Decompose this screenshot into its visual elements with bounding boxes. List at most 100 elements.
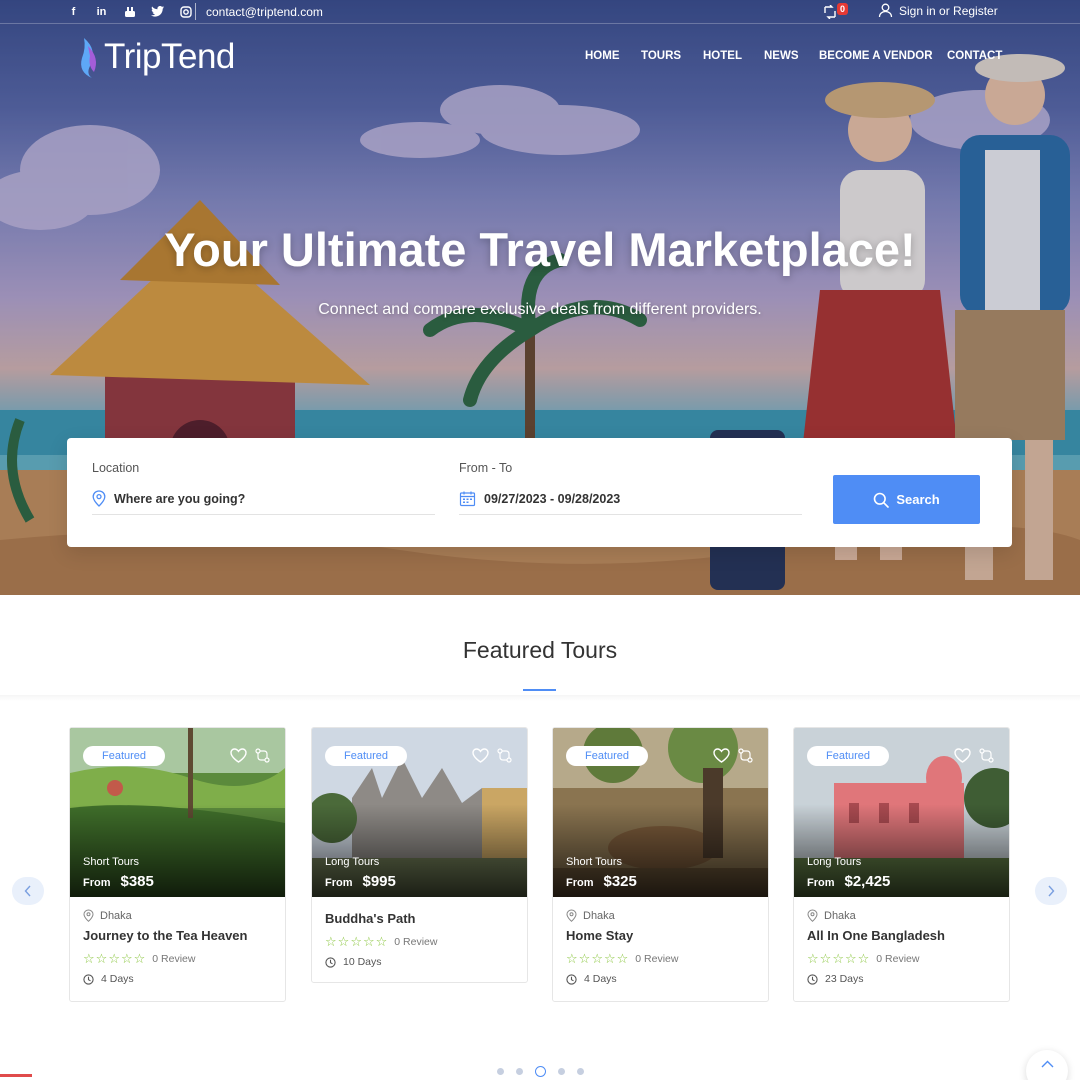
tour-title[interactable]: Journey to the Tea Heaven [83, 928, 272, 943]
tour-card[interactable]: Featured Long Tours From $995 Buddha's P… [311, 727, 528, 983]
date-range-input[interactable]: 09/27/2023 - 09/28/2023 [459, 483, 802, 515]
review-count: 0 Review [152, 952, 196, 965]
nav-news[interactable]: NEWS [764, 50, 799, 62]
carousel-pagination [497, 1066, 584, 1077]
social-links: f in [66, 4, 193, 19]
duration-text: 4 Days [101, 973, 134, 985]
review-count: 0 Review [635, 952, 679, 965]
tour-price: From $2,425 [807, 873, 890, 890]
chevron-left-icon [24, 885, 31, 897]
back-to-top-button[interactable] [1026, 1050, 1068, 1080]
twitter-icon[interactable] [150, 4, 165, 19]
map-pin-icon [92, 490, 106, 507]
location-text: Dhaka [824, 909, 856, 922]
tour-title[interactable]: Buddha's Path [325, 911, 514, 926]
location-text: Dhaka [100, 909, 132, 922]
nav-hotel[interactable]: HOTEL [703, 50, 742, 62]
carousel-dot-active[interactable] [535, 1066, 546, 1077]
duration-text: 4 Days [584, 973, 617, 985]
compare-icon[interactable] [738, 748, 753, 763]
star-icon: ☆ [95, 951, 108, 966]
youtube-icon[interactable] [122, 4, 137, 19]
star-icon: ☆ [857, 951, 870, 966]
search-form: Location Where are you going? From - To … [67, 438, 1012, 547]
carousel-dot[interactable] [516, 1068, 523, 1075]
compare-icon [824, 5, 836, 19]
compare-icon[interactable] [979, 748, 994, 763]
star-icon: ☆ [591, 951, 603, 966]
compare-icon[interactable] [255, 748, 270, 763]
star-rating: ☆ ☆ ☆ ☆ ☆ 0 Review [325, 935, 514, 948]
featured-badge: Featured [566, 746, 649, 766]
review-count: 0 Review [394, 935, 438, 948]
star-icon: ☆ [844, 951, 857, 966]
compare-icon[interactable] [497, 748, 512, 763]
tour-title[interactable]: Home Stay [566, 928, 755, 943]
tour-duration: 23 Days [807, 973, 996, 985]
search-icon [874, 492, 890, 508]
star-icon: ☆ [350, 934, 362, 949]
map-pin-icon [807, 909, 818, 922]
heart-icon[interactable] [713, 748, 730, 763]
linkedin-icon[interactable]: in [94, 4, 109, 19]
map-pin-icon [83, 909, 94, 922]
featured-tours-heading: Featured Tours [462, 637, 618, 663]
tour-title[interactable]: All In One Bangladesh [807, 928, 996, 943]
carousel-next-button[interactable] [1035, 877, 1067, 905]
compare-cart-button[interactable]: 0 [823, 3, 851, 21]
tour-category: Short Tours [83, 856, 140, 868]
tour-price: From $995 [325, 873, 396, 890]
signin-register-link[interactable]: Sign in or Register [878, 3, 998, 18]
duration-text: 10 Days [343, 956, 382, 968]
nav-become-a-vendor[interactable]: BECOME A VENDOR [819, 50, 933, 62]
location-input[interactable]: Where are you going? [92, 483, 435, 515]
price-amount: $995 [362, 873, 396, 890]
map-pin-icon [566, 909, 577, 922]
tour-image[interactable]: Featured Short Tours From $385 [70, 728, 285, 897]
heart-icon[interactable] [230, 748, 247, 763]
carousel-dot[interactable] [497, 1068, 504, 1075]
price-amount: $2,425 [844, 873, 891, 890]
heart-icon[interactable] [472, 748, 489, 763]
tour-card[interactable]: Featured Short Tours From $325 Dhaka Hom… [552, 727, 769, 1002]
carousel-dot[interactable] [558, 1068, 565, 1075]
clock-icon [807, 973, 818, 985]
heading-underline [523, 689, 556, 691]
tour-duration: 4 Days [83, 973, 272, 985]
tour-image[interactable]: Featured Long Tours From $2,425 [794, 728, 1009, 897]
nav-contact[interactable]: CONTACT [947, 50, 1002, 62]
logo-mark-icon [81, 38, 96, 78]
price-amount: $325 [603, 873, 637, 890]
facebook-icon[interactable]: f [66, 4, 81, 19]
date-range-value: 09/27/2023 - 09/28/2023 [484, 491, 621, 506]
contact-email-link[interactable]: contact@triptend.com [206, 5, 323, 19]
location-label: Location [92, 461, 140, 475]
top-bar: f in contact@triptend.com 0 Sign in or R… [0, 0, 1080, 24]
logo-text: TripTend [104, 37, 235, 76]
tour-price: From $325 [566, 873, 637, 890]
heart-icon[interactable] [954, 748, 971, 763]
dates-label: From - To [459, 461, 513, 475]
nav-tours[interactable]: TOURS [641, 50, 681, 62]
tour-card[interactable]: Featured Short Tours From $385 Dhaka Jou… [69, 727, 286, 1002]
price-from-label: From [566, 877, 594, 889]
carousel-prev-button[interactable] [12, 877, 44, 905]
search-button[interactable]: Search [833, 475, 980, 524]
tour-image[interactable]: Featured Long Tours From $995 [312, 728, 527, 897]
star-icon: ☆ [807, 951, 819, 966]
hero-title: Your Ultimate Travel Marketplace! [164, 223, 916, 276]
price-from-label: From [807, 877, 835, 889]
star-icon: ☆ [603, 951, 616, 966]
nav-home[interactable]: HOME [585, 50, 620, 62]
chevron-right-icon [1048, 885, 1055, 897]
carousel-dot[interactable] [577, 1068, 584, 1075]
review-count: 0 Review [876, 952, 920, 965]
tour-card[interactable]: Featured Long Tours From $2,425 Dhaka Al… [793, 727, 1010, 1002]
star-icon: ☆ [832, 951, 844, 966]
instagram-icon[interactable] [178, 4, 193, 19]
star-icon: ☆ [819, 951, 832, 966]
tour-image[interactable]: Featured Short Tours From $325 [553, 728, 768, 897]
tour-duration: 10 Days [325, 956, 514, 968]
signin-label: Sign in or Register [899, 3, 998, 18]
site-logo[interactable]: TripTend [78, 36, 235, 78]
